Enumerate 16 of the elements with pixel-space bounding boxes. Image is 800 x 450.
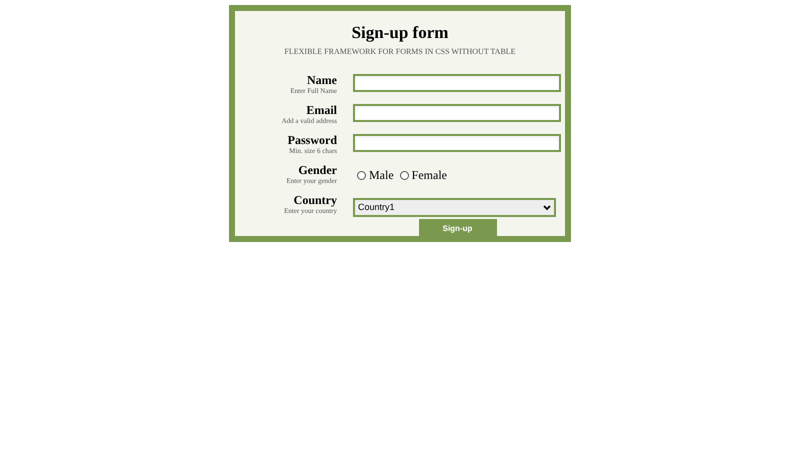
field-label: Gender — [298, 164, 337, 177]
text-field[interactable] — [353, 134, 561, 152]
chevron-down-icon — [543, 204, 551, 210]
country-dropdown[interactable]: Country1 — [353, 198, 556, 217]
radio-label: Female — [412, 167, 447, 184]
field-label: Name — [307, 74, 337, 87]
form-title: Sign-up form — [350, 23, 450, 43]
text-field[interactable] — [353, 104, 561, 122]
text-field[interactable] — [353, 74, 561, 92]
radio-button[interactable] — [400, 170, 409, 180]
radio-button[interactable] — [357, 170, 366, 180]
radio-label: Male — [369, 167, 394, 184]
form-subtitle: FLEXIBLE FRAMEWORK FOR FORMS IN CSS WITHOUT TABLE — [283, 46, 517, 58]
field-label: Password — [288, 134, 337, 147]
field-label: Country — [294, 194, 337, 207]
field-label: Email — [306, 104, 337, 117]
